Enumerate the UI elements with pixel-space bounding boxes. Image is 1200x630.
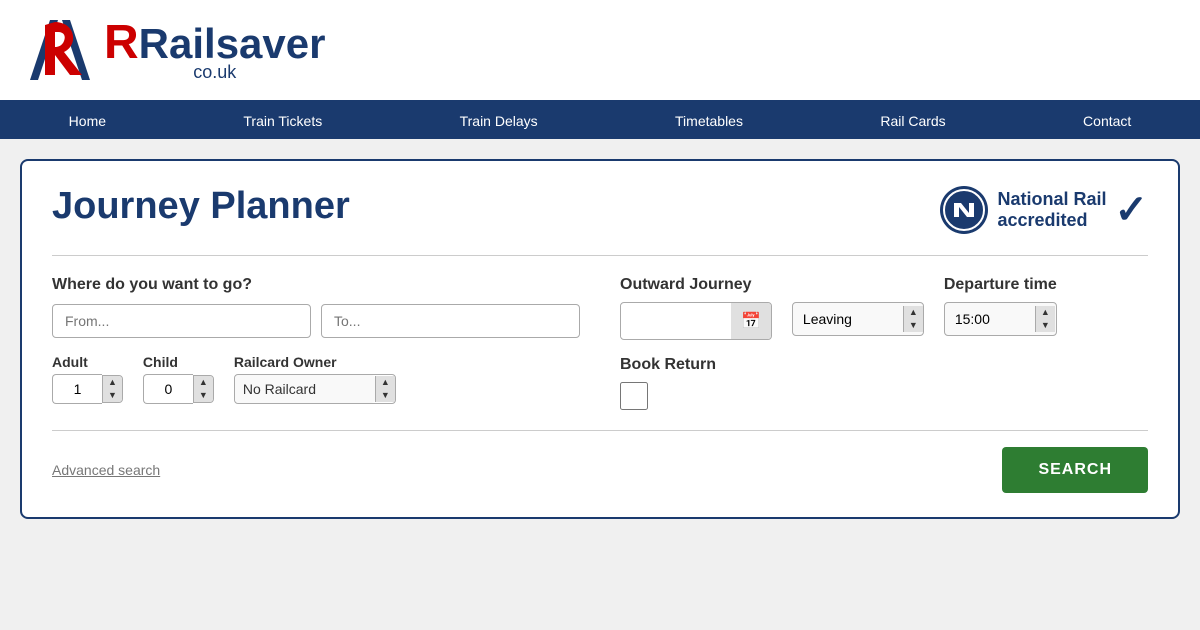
main-content: Journey Planner National Rail accredited… [0,139,1200,539]
child-spinner-buttons: ▲ ▼ [193,375,214,403]
adult-decrement-button[interactable]: ▼ [103,389,122,402]
logo: RRailsaver co.uk [20,10,325,90]
nav-timetables[interactable]: Timetables [645,103,773,139]
date-input[interactable]: 01/06/2020 [621,305,731,337]
planner-title: Journey Planner [52,185,350,228]
child-spinner: 0 ▲ ▼ [143,374,214,404]
leaving-select-wrap: Leaving Arriving ▲ ▼ [792,302,924,336]
logo-domain: co.uk [104,63,325,81]
leaving-increment-button[interactable]: ▲ [904,306,923,319]
time-select-wrap: 15:00 00:0000:3001:00 06:0007:0008:00 ▲ … [944,302,1057,336]
adult-spinner-buttons: ▲ ▼ [102,375,123,403]
planner-header: Journey Planner National Rail accredited… [52,185,1148,235]
departure-label: Departure time [944,276,1057,294]
navigation: Home Train Tickets Train Delays Timetabl… [0,103,1200,139]
departure-time-group: Departure time 15:00 00:0000:3001:00 06:… [944,276,1057,340]
outward-label: Outward Journey [620,276,772,294]
logo-icon [20,10,100,90]
nav-rail-cards[interactable]: Rail Cards [850,103,975,139]
outward-journey-group: Outward Journey 01/06/2020 📅 [620,276,772,340]
calendar-icon[interactable]: 📅 [731,303,771,339]
right-section: Outward Journey 01/06/2020 📅 Leaving [620,276,1148,410]
railcard-group: Railcard Owner No Railcard 16-17 Saver 1… [234,354,396,404]
nav-contact[interactable]: Contact [1053,103,1161,139]
child-increment-button[interactable]: ▲ [194,376,213,389]
railcard-decrement-button[interactable]: ▼ [376,389,395,402]
child-input[interactable]: 0 [143,374,193,404]
divider-top [52,255,1148,256]
adult-increment-button[interactable]: ▲ [103,376,122,389]
logo-text: RRailsaver co.uk [104,19,325,81]
book-return-section: Book Return [620,356,1148,410]
date-field: 01/06/2020 📅 [620,302,772,340]
where-label: Where do you want to go? [52,276,580,294]
child-spinner-group: Child 0 ▲ ▼ [143,354,214,404]
to-input[interactable] [321,304,580,338]
spinners-row: Adult 1 ▲ ▼ Child 0 [52,354,580,404]
time-select[interactable]: 15:00 00:0000:3001:00 06:0007:0008:00 [945,303,1035,335]
child-decrement-button[interactable]: ▼ [194,389,213,402]
railcard-label: Railcard Owner [234,354,396,370]
from-input[interactable] [52,304,311,338]
left-section: Where do you want to go? Adult 1 ▲ ▼ [52,276,580,404]
leaving-select[interactable]: Leaving Arriving [793,303,903,335]
time-increment-button[interactable]: ▲ [1036,306,1055,319]
leaving-spinner-buttons: ▲ ▼ [903,306,923,332]
railcard-spinner-buttons: ▲ ▼ [375,376,395,402]
national-rail-checkmark-icon: ✓ [1114,187,1148,233]
logo-brand-name: RRailsaver [104,19,325,67]
adult-spinner: 1 ▲ ▼ [52,374,123,404]
advanced-search-link[interactable]: Advanced search [52,462,160,478]
leaving-decrement-button[interactable]: ▼ [904,319,923,332]
railcard-select[interactable]: No Railcard 16-17 Saver 16-25 Railcard S… [235,375,375,403]
from-to-row [52,304,580,338]
nav-train-delays[interactable]: Train Delays [430,103,568,139]
national-rail-logo-icon [939,185,989,235]
national-rail-line2: accredited [997,210,1106,231]
time-decrement-button[interactable]: ▼ [1036,319,1055,332]
right-top-row: Outward Journey 01/06/2020 📅 Leaving [620,276,1148,340]
time-spinner-buttons: ▲ ▼ [1035,306,1055,332]
journey-planner-card: Journey Planner National Rail accredited… [20,159,1180,519]
bottom-section: Advanced search SEARCH [52,430,1148,493]
child-label: Child [143,354,214,370]
adult-spinner-group: Adult 1 ▲ ▼ [52,354,123,404]
book-return-checkbox[interactable] [620,382,648,410]
search-button[interactable]: SEARCH [1002,447,1148,493]
national-rail-badge: National Rail accredited ✓ [939,185,1148,235]
adult-input[interactable]: 1 [52,374,102,404]
leaving-spacer-label [792,276,924,294]
form-section: Where do you want to go? Adult 1 ▲ ▼ [52,276,1148,410]
nav-train-tickets[interactable]: Train Tickets [213,103,352,139]
railcard-increment-button[interactable]: ▲ [376,376,395,389]
adult-label: Adult [52,354,123,370]
nav-home[interactable]: Home [39,103,136,139]
header: RRailsaver co.uk [0,0,1200,103]
railcard-select-wrap: No Railcard 16-17 Saver 16-25 Railcard S… [234,374,396,404]
book-return-label: Book Return [620,356,1148,374]
national-rail-text: National Rail accredited [997,189,1106,231]
national-rail-line1: National Rail [997,189,1106,210]
leaving-group: Leaving Arriving ▲ ▼ [792,276,924,340]
